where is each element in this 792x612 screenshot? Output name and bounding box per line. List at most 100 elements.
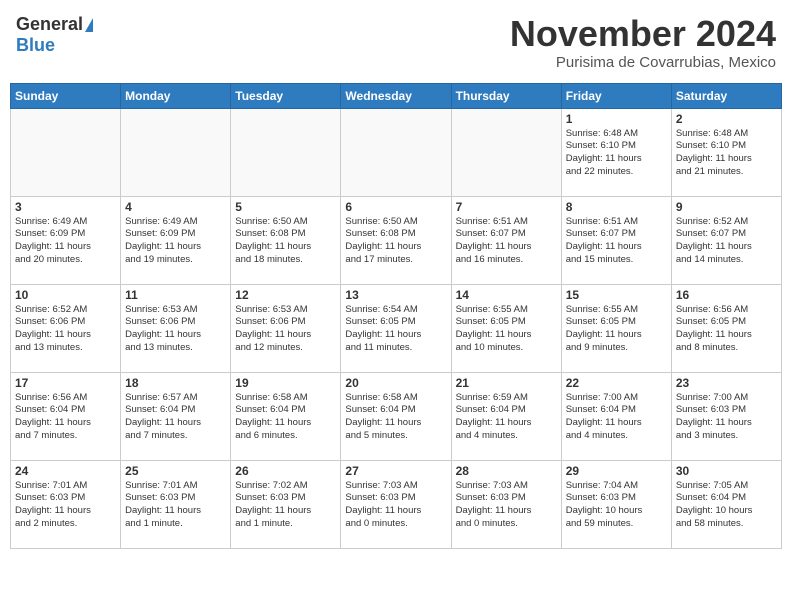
calendar-cell: 13Sunrise: 6:54 AMSunset: 6:05 PMDayligh… bbox=[341, 284, 451, 372]
calendar-cell: 8 Sunrise: 6:51 AMSunset: 6:07 PMDaylight… bbox=[561, 196, 671, 284]
calendar-cell: 27Sunrise: 7:03 AMSunset: 6:03 PMDayligh… bbox=[341, 460, 451, 548]
location-subtitle: Purisima de Covarrubias, Mexico bbox=[510, 54, 776, 71]
weekday-header-tuesday: Tuesday bbox=[231, 83, 341, 108]
day-info: Sunrise: 6:53 AMSunset: 6:06 PMDaylight:… bbox=[235, 304, 336, 355]
calendar-cell: 4 Sunrise: 6:49 AMSunset: 6:09 PMDaylight… bbox=[121, 196, 231, 284]
logo-triangle-icon bbox=[85, 18, 93, 32]
calendar-cell: 23 Sunrise: 7:00 AMSunset: 6:03 PMDayligh… bbox=[671, 372, 781, 460]
weekday-header-row: SundayMondayTuesdayWednesdayThursdayFrid… bbox=[11, 83, 782, 108]
page-header: General Blue November 2024 Purisima de C… bbox=[10, 10, 782, 75]
day-info: Sunrise: 7:02 AMSunset: 6:03 PMDaylight:… bbox=[235, 480, 336, 531]
day-info: Sunrise: 6:49 AMSunset: 6:09 PMDaylight:… bbox=[125, 216, 226, 267]
day-info: Sunrise: 7:05 AMSunset: 6:04 PMDaylight:… bbox=[676, 480, 777, 531]
day-number: 17 bbox=[15, 376, 116, 390]
day-number: 3 bbox=[15, 200, 116, 214]
day-info: Sunrise: 6:56 AMSunset: 6:04 PMDaylight:… bbox=[15, 392, 116, 443]
day-number: 14 bbox=[456, 288, 557, 302]
calendar-cell: 28 Sunrise: 7:03 AMSunset: 6:03 PMDayligh… bbox=[451, 460, 561, 548]
calendar-cell: 7 Sunrise: 6:51 AMSunset: 6:07 PMDaylight… bbox=[451, 196, 561, 284]
calendar-cell: 24 Sunrise: 7:01 AMSunset: 6:03 PMDayligh… bbox=[11, 460, 121, 548]
day-number: 12 bbox=[235, 288, 336, 302]
day-number: 28 bbox=[456, 464, 557, 478]
calendar-cell: 6 Sunrise: 6:50 AMSunset: 6:08 PMDaylight… bbox=[341, 196, 451, 284]
logo: General Blue bbox=[16, 14, 93, 56]
day-number: 6 bbox=[345, 200, 446, 214]
day-number: 4 bbox=[125, 200, 226, 214]
day-info: Sunrise: 6:50 AMSunset: 6:08 PMDaylight:… bbox=[345, 216, 446, 267]
week-row-3: 10Sunrise: 6:52 AMSunset: 6:06 PMDayligh… bbox=[11, 284, 782, 372]
day-info: Sunrise: 6:51 AMSunset: 6:07 PMDaylight:… bbox=[456, 216, 557, 267]
calendar-cell: 5 Sunrise: 6:50 AMSunset: 6:08 PMDaylight… bbox=[231, 196, 341, 284]
day-number: 15 bbox=[566, 288, 667, 302]
day-number: 20 bbox=[345, 376, 446, 390]
day-info: Sunrise: 6:50 AMSunset: 6:08 PMDaylight:… bbox=[235, 216, 336, 267]
day-info: Sunrise: 7:03 AMSunset: 6:03 PMDaylight:… bbox=[345, 480, 446, 531]
week-row-2: 3 Sunrise: 6:49 AMSunset: 6:09 PMDaylight… bbox=[11, 196, 782, 284]
day-number: 26 bbox=[235, 464, 336, 478]
week-row-1: 1Sunrise: 6:48 AMSunset: 6:10 PMDaylight… bbox=[11, 108, 782, 196]
calendar-cell: 29Sunrise: 7:04 AMSunset: 6:03 PMDayligh… bbox=[561, 460, 671, 548]
day-number: 13 bbox=[345, 288, 446, 302]
calendar-cell: 30Sunrise: 7:05 AMSunset: 6:04 PMDayligh… bbox=[671, 460, 781, 548]
weekday-header-saturday: Saturday bbox=[671, 83, 781, 108]
month-title: November 2024 bbox=[510, 14, 776, 54]
day-info: Sunrise: 6:51 AMSunset: 6:07 PMDaylight:… bbox=[566, 216, 667, 267]
day-number: 21 bbox=[456, 376, 557, 390]
logo-general-text: General bbox=[16, 14, 83, 35]
day-info: Sunrise: 7:01 AMSunset: 6:03 PMDaylight:… bbox=[15, 480, 116, 531]
day-info: Sunrise: 6:52 AMSunset: 6:07 PMDaylight:… bbox=[676, 216, 777, 267]
weekday-header-thursday: Thursday bbox=[451, 83, 561, 108]
day-number: 8 bbox=[566, 200, 667, 214]
day-info: Sunrise: 7:03 AMSunset: 6:03 PMDaylight:… bbox=[456, 480, 557, 531]
calendar-cell: 2Sunrise: 6:48 AMSunset: 6:10 PMDaylight… bbox=[671, 108, 781, 196]
calendar-cell: 25 Sunrise: 7:01 AMSunset: 6:03 PMDayligh… bbox=[121, 460, 231, 548]
day-number: 23 bbox=[676, 376, 777, 390]
day-info: Sunrise: 6:59 AMSunset: 6:04 PMDaylight:… bbox=[456, 392, 557, 443]
day-number: 2 bbox=[676, 112, 777, 126]
day-number: 22 bbox=[566, 376, 667, 390]
calendar-cell: 1Sunrise: 6:48 AMSunset: 6:10 PMDaylight… bbox=[561, 108, 671, 196]
weekday-header-sunday: Sunday bbox=[11, 83, 121, 108]
day-number: 5 bbox=[235, 200, 336, 214]
calendar-cell bbox=[11, 108, 121, 196]
week-row-4: 17 Sunrise: 6:56 AMSunset: 6:04 PMDayligh… bbox=[11, 372, 782, 460]
calendar-cell: 11 Sunrise: 6:53 AMSunset: 6:06 PMDayligh… bbox=[121, 284, 231, 372]
day-number: 10 bbox=[15, 288, 116, 302]
day-info: Sunrise: 6:55 AMSunset: 6:05 PMDaylight:… bbox=[566, 304, 667, 355]
calendar-cell: 14 Sunrise: 6:55 AMSunset: 6:05 PMDayligh… bbox=[451, 284, 561, 372]
day-number: 19 bbox=[235, 376, 336, 390]
day-info: Sunrise: 6:55 AMSunset: 6:05 PMDaylight:… bbox=[456, 304, 557, 355]
day-info: Sunrise: 7:01 AMSunset: 6:03 PMDaylight:… bbox=[125, 480, 226, 531]
calendar-cell: 26 Sunrise: 7:02 AMSunset: 6:03 PMDayligh… bbox=[231, 460, 341, 548]
day-number: 7 bbox=[456, 200, 557, 214]
week-row-5: 24 Sunrise: 7:01 AMSunset: 6:03 PMDayligh… bbox=[11, 460, 782, 548]
calendar-cell bbox=[451, 108, 561, 196]
calendar-cell: 19 Sunrise: 6:58 AMSunset: 6:04 PMDayligh… bbox=[231, 372, 341, 460]
day-info: Sunrise: 7:04 AMSunset: 6:03 PMDaylight:… bbox=[566, 480, 667, 531]
day-info: Sunrise: 6:56 AMSunset: 6:05 PMDaylight:… bbox=[676, 304, 777, 355]
calendar-cell: 10Sunrise: 6:52 AMSunset: 6:06 PMDayligh… bbox=[11, 284, 121, 372]
calendar-table: SundayMondayTuesdayWednesdayThursdayFrid… bbox=[10, 83, 782, 549]
day-info: Sunrise: 6:53 AMSunset: 6:06 PMDaylight:… bbox=[125, 304, 226, 355]
calendar-cell: 15 Sunrise: 6:55 AMSunset: 6:05 PMDayligh… bbox=[561, 284, 671, 372]
day-number: 16 bbox=[676, 288, 777, 302]
day-number: 25 bbox=[125, 464, 226, 478]
day-info: Sunrise: 6:58 AMSunset: 6:04 PMDaylight:… bbox=[235, 392, 336, 443]
calendar-cell bbox=[341, 108, 451, 196]
calendar-cell: 18Sunrise: 6:57 AMSunset: 6:04 PMDayligh… bbox=[121, 372, 231, 460]
calendar-cell: 16 Sunrise: 6:56 AMSunset: 6:05 PMDayligh… bbox=[671, 284, 781, 372]
calendar-cell: 3 Sunrise: 6:49 AMSunset: 6:09 PMDaylight… bbox=[11, 196, 121, 284]
weekday-header-wednesday: Wednesday bbox=[341, 83, 451, 108]
day-info: Sunrise: 6:48 AMSunset: 6:10 PMDaylight:… bbox=[566, 128, 667, 179]
calendar-cell: 12 Sunrise: 6:53 AMSunset: 6:06 PMDayligh… bbox=[231, 284, 341, 372]
calendar-cell: 22Sunrise: 7:00 AMSunset: 6:04 PMDayligh… bbox=[561, 372, 671, 460]
day-number: 11 bbox=[125, 288, 226, 302]
title-block: November 2024 Purisima de Covarrubias, M… bbox=[510, 14, 776, 71]
weekday-header-monday: Monday bbox=[121, 83, 231, 108]
calendar-cell bbox=[231, 108, 341, 196]
day-info: Sunrise: 6:49 AMSunset: 6:09 PMDaylight:… bbox=[15, 216, 116, 267]
day-number: 24 bbox=[15, 464, 116, 478]
day-number: 9 bbox=[676, 200, 777, 214]
day-number: 18 bbox=[125, 376, 226, 390]
day-info: Sunrise: 7:00 AMSunset: 6:03 PMDaylight:… bbox=[676, 392, 777, 443]
